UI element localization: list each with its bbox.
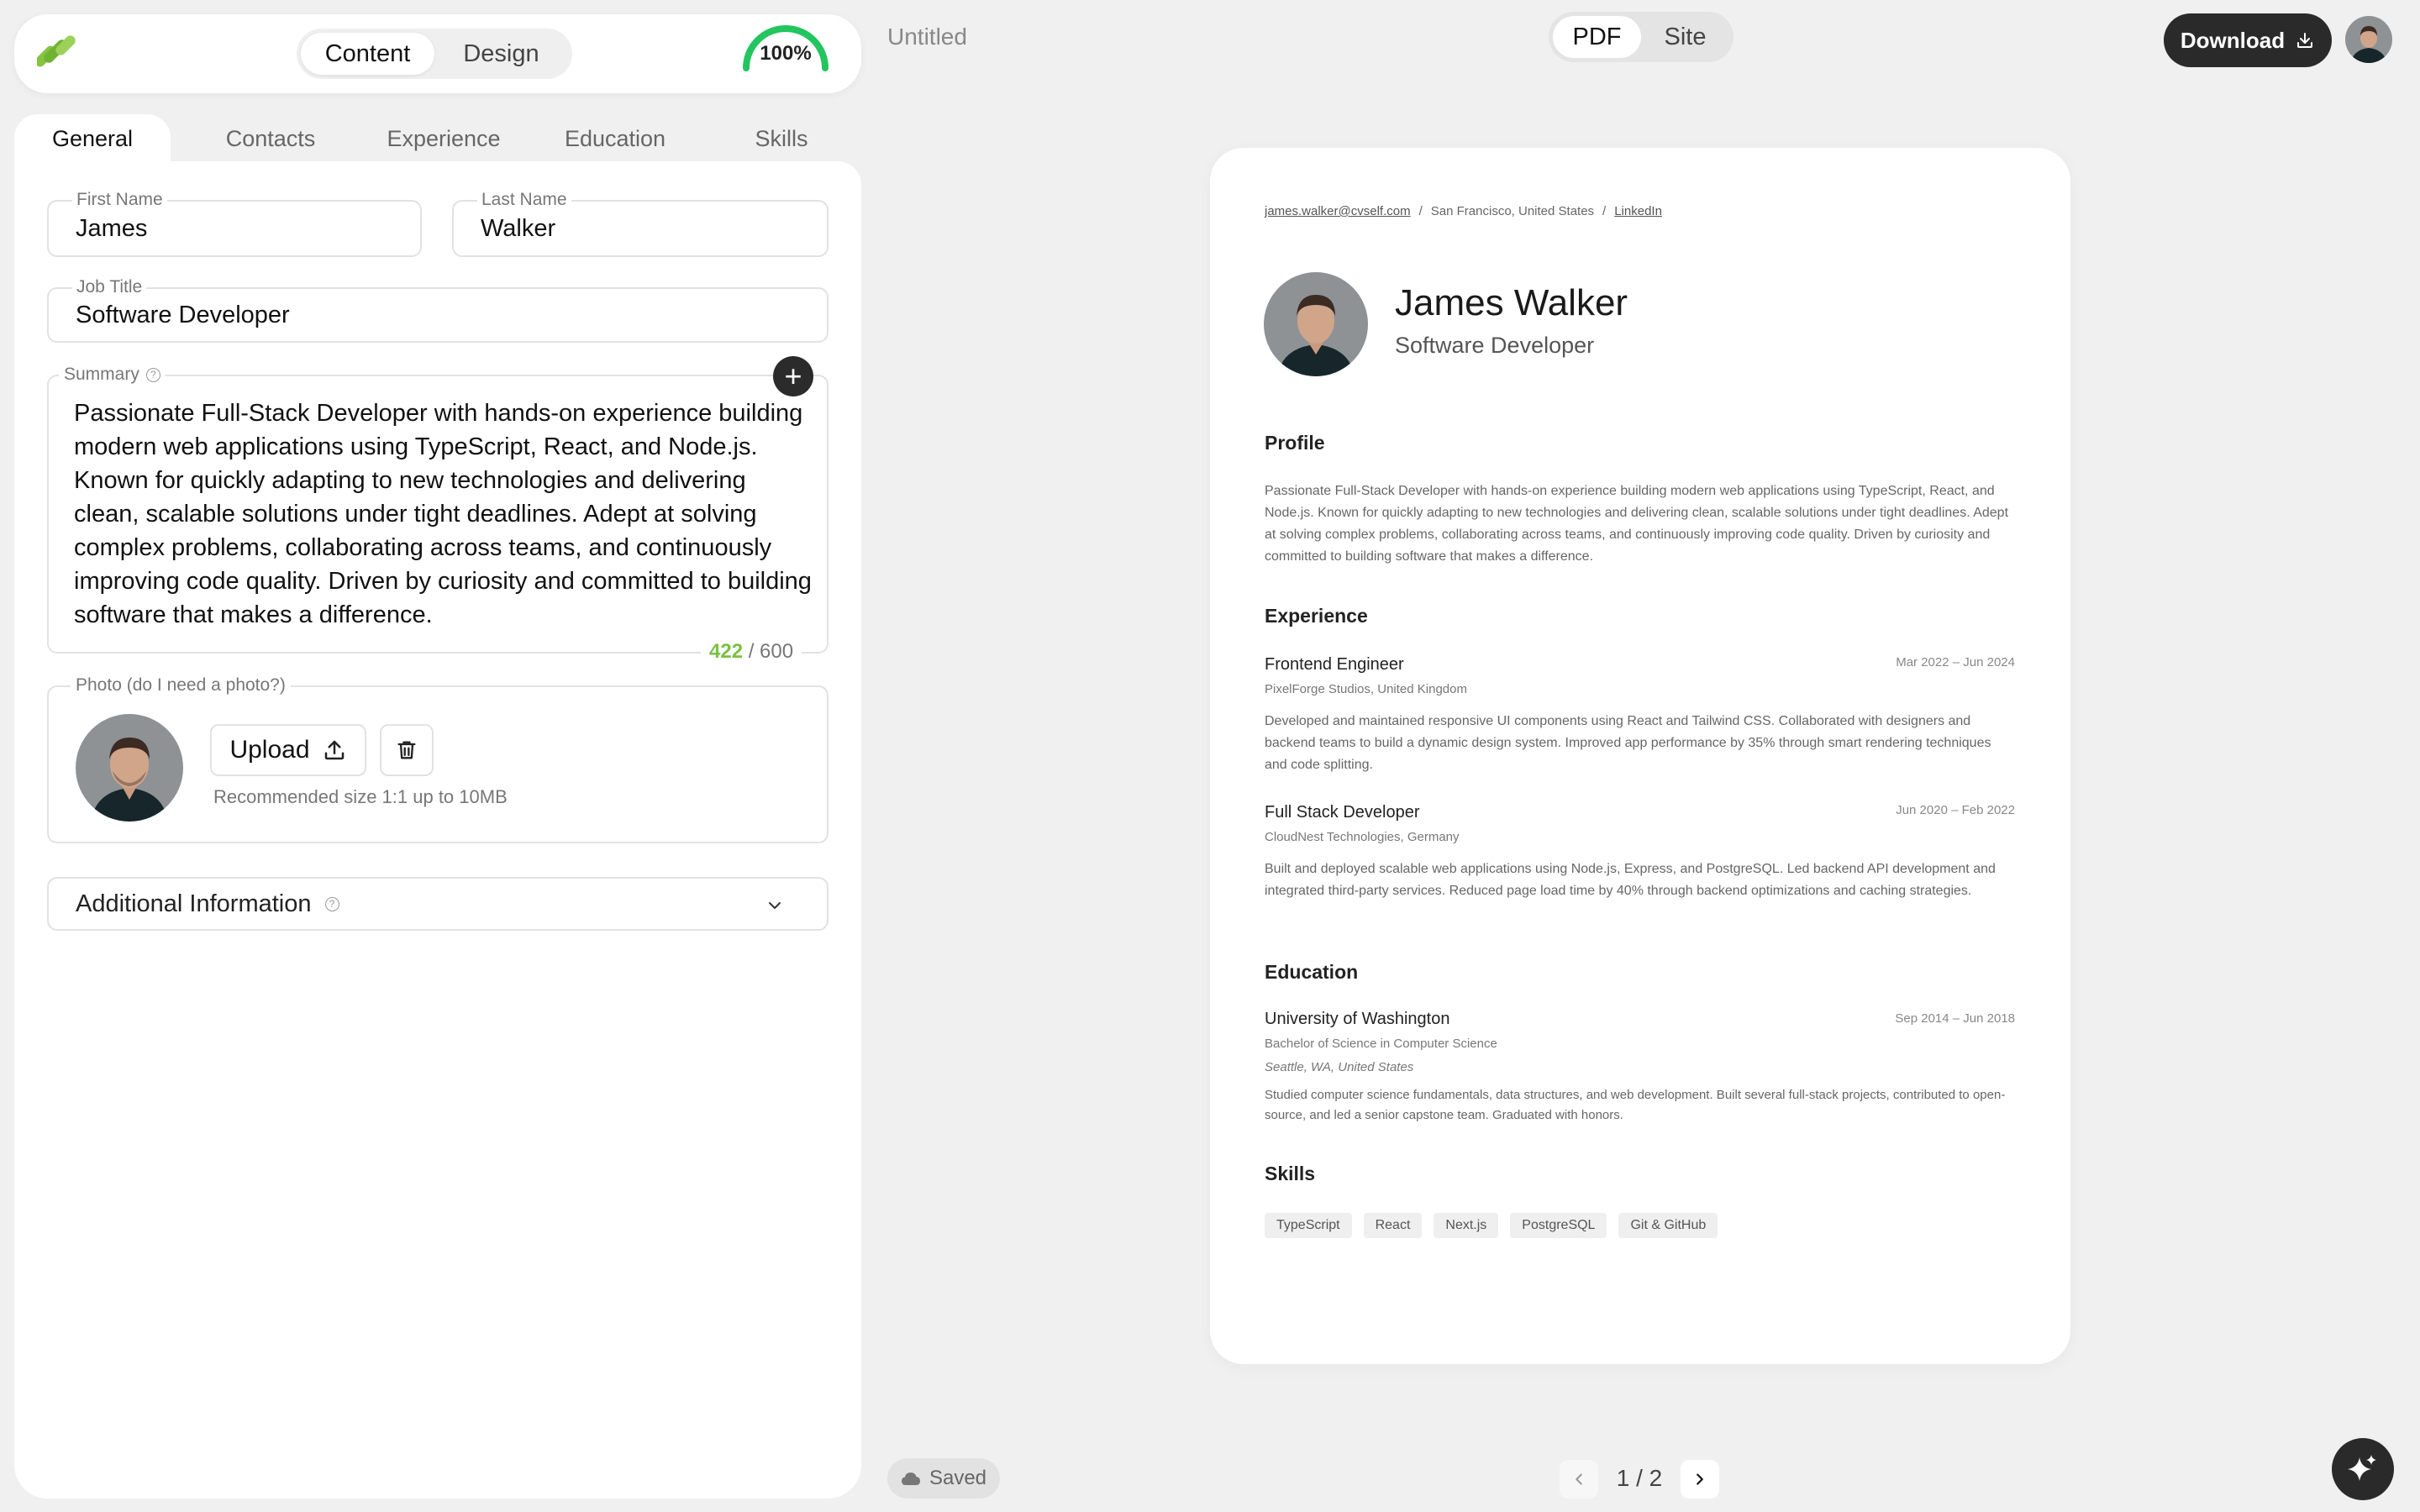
mode-switch: Content Design (297, 29, 572, 79)
page-navigator: 1 / 2 (1560, 1458, 1721, 1499)
upload-icon (324, 740, 344, 760)
resume-experience-title: Frontend Engineer (1265, 655, 1404, 674)
resume-education-location: Seattle, WA, United States (1265, 1060, 1414, 1074)
first-name-field[interactable]: First Name James (47, 190, 422, 257)
first-name-value[interactable]: James (76, 202, 405, 255)
summary-label-text: Summary (64, 365, 139, 384)
page-indicator: 1 / 2 (1616, 1465, 1663, 1491)
resume-separator: / (1418, 204, 1423, 218)
resume-job-title: Software Developer (1395, 333, 1595, 358)
view-switch: PDF Site (1549, 12, 1733, 62)
summary-value[interactable]: Passionate Full-Stack Developer with han… (74, 396, 813, 632)
question-icon[interactable]: ? (145, 367, 160, 382)
last-name-field[interactable]: Last Name Walker (452, 190, 829, 257)
chevron-down-icon (769, 902, 781, 909)
resume-experience-title: Full Stack Developer (1265, 803, 1420, 822)
upload-label: Upload (229, 736, 310, 764)
resume-avatar (1264, 272, 1368, 376)
photo-avatar (76, 714, 183, 822)
resume-education-school: University of Washington (1265, 1010, 1450, 1028)
resume-profile-text: Passionate Full-Stack Developer with han… (1265, 484, 2009, 564)
resume-profile-heading: Profile (1265, 432, 1325, 454)
tab-site[interactable]: Site (1641, 16, 1729, 58)
skill-chip: React (1363, 1213, 1423, 1238)
ai-assistant-button[interactable] (2332, 1438, 2394, 1500)
resume-experience-description: Built and deployed scalable web applicat… (1265, 862, 1996, 898)
resume-education-degree: Bachelor of Science in Computer Science (1265, 1037, 1497, 1051)
additional-information-label: Additional Information (76, 890, 312, 917)
resume-education-heading: Education (1265, 961, 1359, 983)
resume-education-description: Studied computer science fundamentals, d… (1265, 1088, 2006, 1122)
next-page-button[interactable] (1681, 1460, 1719, 1499)
resume-location: San Francisco, United States (1430, 204, 1595, 218)
summary-label: Summary ? (59, 365, 166, 385)
summary-max: / 600 (748, 640, 794, 663)
resume-name: James Walker (1395, 282, 1628, 323)
logo-icon[interactable] (37, 32, 81, 74)
resume-experience-dates: Jun 2020 – Feb 2022 (1896, 803, 2015, 817)
chevron-right-icon (1697, 1473, 1703, 1485)
saved-status: Saved (887, 1458, 1000, 1499)
resume-skills-heading: Skills (1265, 1163, 1316, 1184)
skill-chip: Next.js (1434, 1213, 1499, 1238)
photo-hint: Recommended size 1:1 up to 10MB (213, 786, 508, 807)
saved-label: Saved (929, 1467, 987, 1489)
photo-label[interactable]: Photo (do I need a photo?) (71, 675, 291, 696)
resume-experience-description: Developed and maintained responsive UI c… (1265, 714, 1991, 772)
document-title[interactable]: Untitled (887, 24, 967, 50)
resume-linkedin-link[interactable]: LinkedIn (1614, 204, 1662, 218)
resume-experience-heading: Experience (1265, 605, 1368, 627)
upload-button[interactable]: Upload (210, 724, 366, 776)
resume-experience-company: PixelForge Studios, United Kingdom (1265, 682, 1467, 696)
resume-separator: / (1602, 204, 1607, 218)
question-icon[interactable]: ? (324, 896, 339, 911)
tab-experience[interactable]: Experience (366, 114, 522, 163)
tab-education[interactable]: Education (537, 114, 693, 163)
download-icon (2297, 33, 2313, 48)
resume-contacts: james.walker@cvself.com / San Francisco,… (1265, 204, 1662, 218)
tab-skills[interactable]: Skills (703, 114, 860, 163)
cloud-icon (901, 1473, 920, 1485)
download-label: Download (2180, 27, 2286, 53)
job-title-value[interactable]: Software Developer (76, 289, 812, 341)
tab-contacts[interactable]: Contacts (192, 114, 349, 163)
download-button[interactable]: Download (2164, 13, 2332, 67)
previous-page-button[interactable] (1560, 1460, 1598, 1499)
skill-chip: Git & GitHub (1618, 1213, 1718, 1238)
skill-chip: TypeScript (1265, 1213, 1352, 1238)
plus-icon[interactable]: + (773, 356, 813, 396)
resume-experience-dates: Mar 2022 – Jun 2024 (1896, 655, 2015, 669)
summary-count: 422 (709, 640, 744, 663)
editor-header-card: Content Design (14, 14, 861, 93)
resume-experience-company: CloudNest Technologies, Germany (1265, 830, 1460, 844)
user-avatar[interactable] (2345, 16, 2392, 63)
tab-design[interactable]: Design (434, 33, 568, 75)
resume-skills-list: TypeScript React Next.js PostgreSQL Git … (1265, 1213, 1718, 1238)
trash-icon (397, 741, 416, 759)
resume-email-link[interactable]: james.walker@cvself.com (1265, 204, 1411, 218)
tab-pdf[interactable]: PDF (1553, 16, 1641, 58)
chevron-left-icon (1576, 1473, 1582, 1485)
completion-value: 100% (760, 42, 812, 65)
resume-education-dates: Sep 2014 – Jun 2018 (1895, 1011, 2015, 1026)
tab-content[interactable]: Content (301, 33, 434, 75)
job-title-field[interactable]: Job Title Software Developer (47, 277, 829, 343)
last-name-value[interactable]: Walker (481, 202, 812, 255)
skill-chip: PostgreSQL (1510, 1213, 1607, 1238)
delete-photo-button[interactable] (380, 724, 434, 776)
summary-counter: 422 / 600 (701, 640, 802, 664)
section-tabs: General Contacts Experience Education Sk… (14, 114, 861, 163)
additional-information-toggle[interactable]: Additional Information ? (47, 877, 829, 931)
sparkle-icon (2348, 1455, 2376, 1481)
tab-general[interactable]: General (14, 114, 171, 163)
